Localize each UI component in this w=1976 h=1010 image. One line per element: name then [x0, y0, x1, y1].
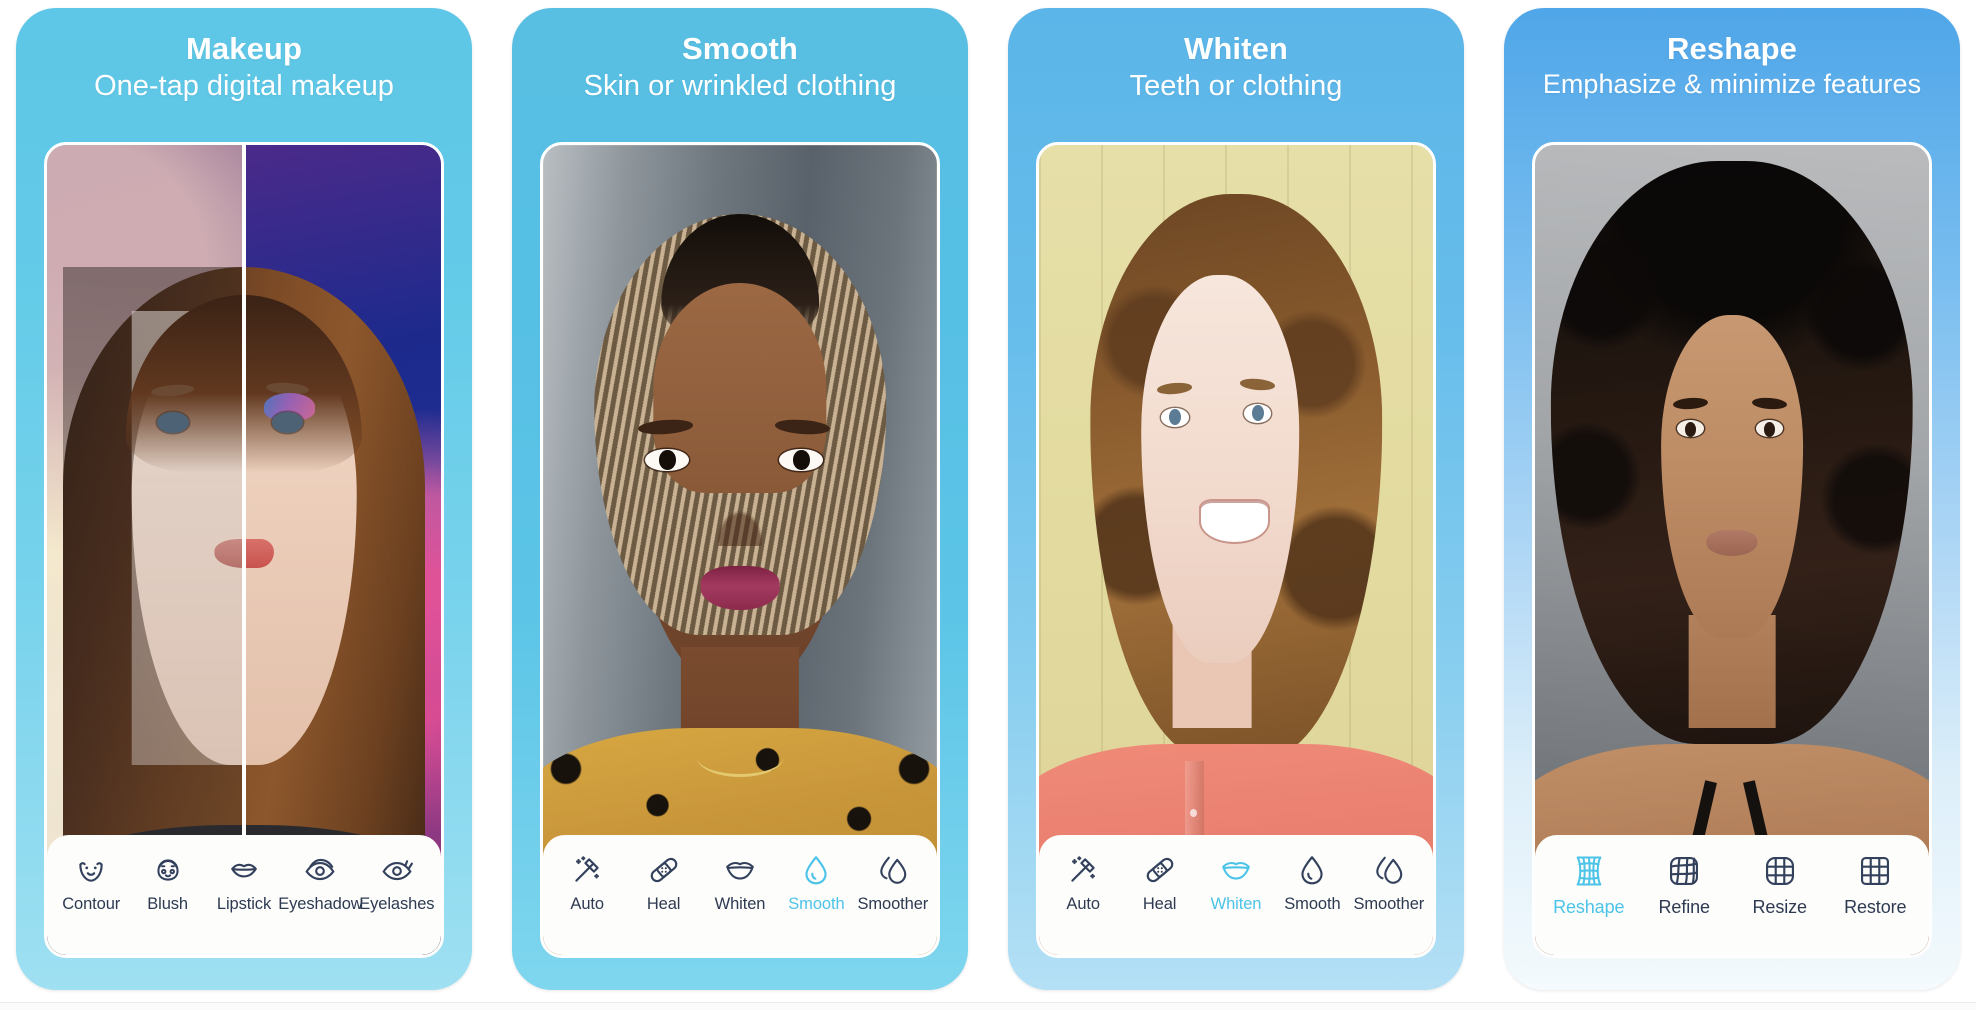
- tool-eyelashes[interactable]: Eyelashes: [359, 853, 435, 913]
- tool-smooth[interactable]: Smooth: [1274, 853, 1350, 913]
- phone-screen: Reshape Refine Resize Restore: [1532, 142, 1932, 958]
- bandage-icon: [1143, 853, 1177, 887]
- tool-smoother[interactable]: Smoother: [855, 853, 931, 913]
- card-title: Makeup: [185, 31, 303, 66]
- tool-lipstick[interactable]: Lipstick: [206, 853, 282, 913]
- tool-label: Lipstick: [216, 895, 272, 913]
- tool-label: Restore: [1844, 897, 1907, 917]
- card-title: Reshape: [1667, 31, 1797, 66]
- tool-auto[interactable]: Auto: [1045, 853, 1121, 913]
- tool-label: Whiten: [714, 895, 766, 913]
- tool-contour[interactable]: Contour: [53, 853, 129, 913]
- tool-label: Heal: [1142, 895, 1177, 913]
- screenshot-gallery: Makeup One-tap digital makeup Contour Bl…: [0, 0, 1976, 1010]
- tool-label: Auto: [1066, 895, 1100, 913]
- photo-braided-hair-portrait: [543, 145, 937, 955]
- tool-smoother[interactable]: Smoother: [1351, 853, 1427, 913]
- warp-grid-icon: [1571, 853, 1607, 889]
- whiten-toolbar: Auto Heal Whiten Smooth Smoother: [1039, 835, 1433, 955]
- tool-heal[interactable]: Heal: [625, 853, 701, 913]
- tool-label: Smoother: [1353, 895, 1425, 913]
- card-subtitle: Emphasize & minimize features: [1542, 68, 1922, 99]
- tool-label: Blush: [147, 895, 188, 913]
- card-title: Smooth: [682, 31, 798, 66]
- tool-resize[interactable]: Resize: [1732, 853, 1828, 916]
- tool-restore[interactable]: Restore: [1828, 853, 1924, 916]
- feature-card-whiten[interactable]: Whiten Teeth or clothing Auto Heal White…: [1008, 8, 1464, 990]
- reshape-toolbar: Reshape Refine Resize Restore: [1535, 835, 1929, 955]
- magic-wand-icon: [1066, 853, 1100, 887]
- teeth-icon: [1219, 853, 1253, 887]
- tool-blush[interactable]: Blush: [129, 853, 205, 913]
- photo-makeup-before-after: [47, 145, 441, 955]
- contour-icon: [74, 853, 108, 887]
- card-subtitle: Skin or wrinkled clothing: [583, 69, 897, 102]
- tool-smooth[interactable]: Smooth: [778, 853, 854, 913]
- feature-card-reshape[interactable]: Reshape Emphasize & minimize features Re…: [1504, 8, 1960, 990]
- tool-whiten[interactable]: Whiten: [702, 853, 778, 913]
- phone-screen: Auto Heal Whiten Smooth Smoother: [1036, 142, 1436, 958]
- card-title: Whiten: [1184, 31, 1288, 66]
- teeth-icon: [723, 853, 757, 887]
- tool-label: Contour: [62, 895, 121, 913]
- rounded-grid-icon: [1762, 853, 1798, 889]
- eyelashes-icon: [380, 853, 414, 887]
- card-header: Smooth Skin or wrinkled clothing: [512, 8, 968, 103]
- feature-card-smooth[interactable]: Smooth Skin or wrinkled clothing Auto He…: [512, 8, 968, 990]
- lipstick-icon: [227, 853, 261, 887]
- phone-screen: Contour Blush Lipstick Eyeshadow Eyelash…: [44, 142, 444, 958]
- bandage-icon: [647, 853, 681, 887]
- tool-label: Whiten: [1210, 895, 1262, 913]
- card-header: Whiten Teeth or clothing: [1008, 8, 1464, 103]
- tool-heal[interactable]: Heal: [1121, 853, 1197, 913]
- droplets-icon: [1372, 853, 1406, 887]
- card-subtitle: Teeth or clothing: [1129, 69, 1343, 102]
- tool-label: Smooth: [788, 895, 845, 913]
- tool-auto[interactable]: Auto: [549, 853, 625, 913]
- eyeshadow-icon: [303, 853, 337, 887]
- tool-label: Smoother: [857, 895, 929, 913]
- smooth-toolbar: Auto Heal Whiten Smooth Smoother: [543, 835, 937, 955]
- blush-icon: [151, 853, 185, 887]
- tool-eyeshadow[interactable]: Eyeshadow: [278, 853, 363, 913]
- tool-label: Eyelashes: [359, 895, 435, 913]
- photo-curly-hair-portrait: [1535, 145, 1929, 955]
- tool-label: Auto: [570, 895, 604, 913]
- tool-reshape[interactable]: Reshape: [1541, 853, 1637, 916]
- before-after-divider[interactable]: [242, 145, 246, 955]
- tool-label: Smooth: [1284, 895, 1341, 913]
- card-header: Reshape Emphasize & minimize features: [1504, 8, 1960, 101]
- tool-label: Resize: [1752, 897, 1808, 917]
- page-footer-divider: [0, 1002, 1976, 1010]
- tool-label: Refine: [1658, 897, 1711, 917]
- phone-screen: Auto Heal Whiten Smooth Smoother: [540, 142, 940, 958]
- tool-whiten[interactable]: Whiten: [1198, 853, 1274, 913]
- droplet-icon: [1295, 853, 1329, 887]
- tool-label: Heal: [646, 895, 681, 913]
- tool-label: Reshape: [1553, 897, 1625, 917]
- mesh-grid-icon: [1666, 853, 1702, 889]
- square-grid-icon: [1857, 853, 1893, 889]
- card-subtitle: One-tap digital makeup: [94, 69, 394, 102]
- feature-card-makeup[interactable]: Makeup One-tap digital makeup Contour Bl…: [16, 8, 472, 990]
- card-header: Makeup One-tap digital makeup: [16, 8, 472, 103]
- magic-wand-icon: [570, 853, 604, 887]
- droplets-icon: [876, 853, 910, 887]
- tool-refine[interactable]: Refine: [1637, 853, 1733, 916]
- droplet-icon: [799, 853, 833, 887]
- tool-label: Eyeshadow: [278, 895, 363, 913]
- makeup-toolbar: Contour Blush Lipstick Eyeshadow Eyelash…: [47, 835, 441, 955]
- photo-smiling-woman-portrait: [1039, 145, 1433, 955]
